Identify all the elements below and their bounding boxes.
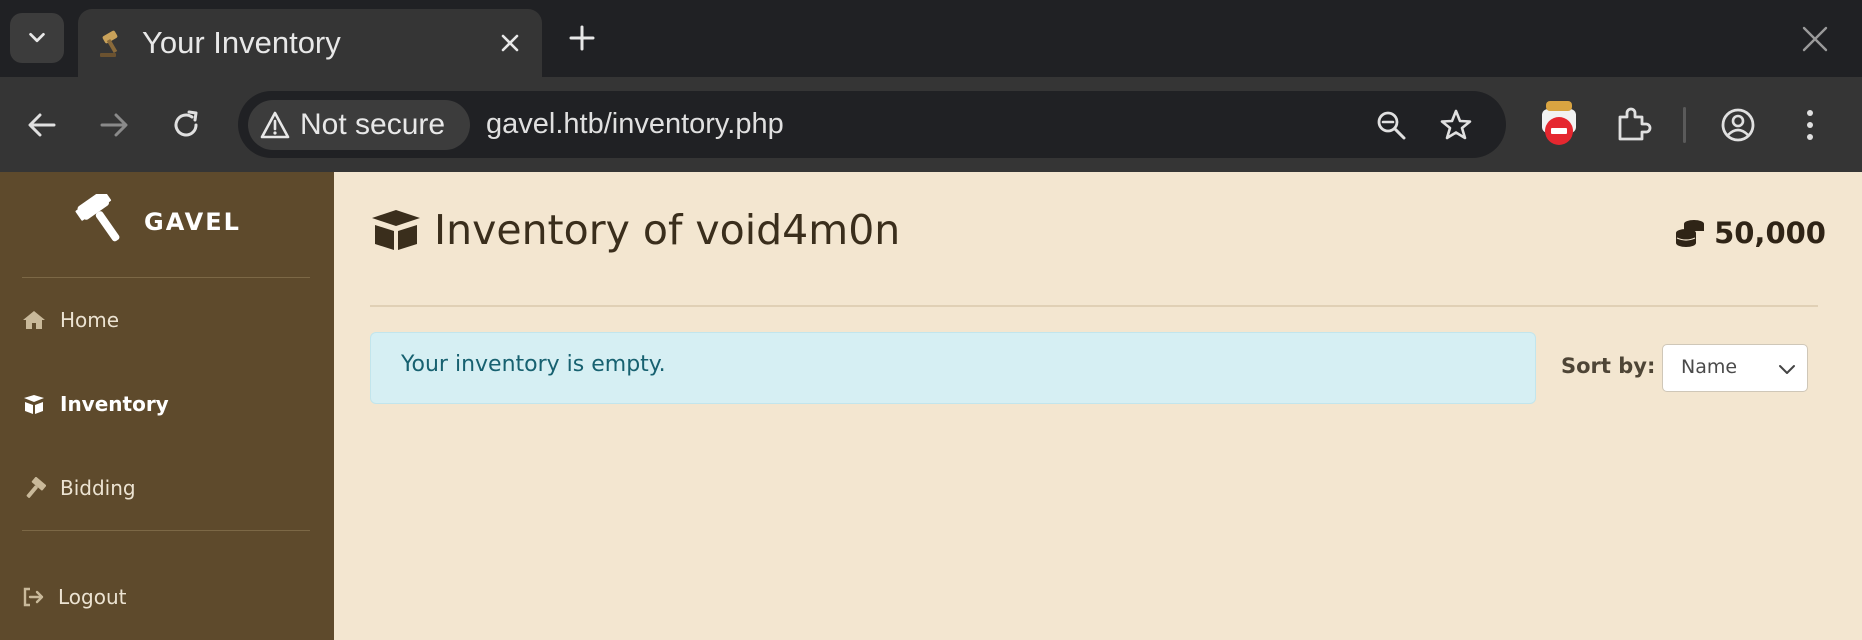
- sidebar-item-home[interactable]: Home: [22, 308, 119, 332]
- sidebar-item-inventory[interactable]: Inventory: [22, 392, 169, 416]
- toolbar-separator: [1683, 107, 1686, 143]
- sidebar-divider: [22, 277, 310, 278]
- main-content: Inventory of void4m0n 50,000 Your invent…: [334, 172, 1862, 640]
- extensions-puzzle-icon[interactable]: [1612, 105, 1652, 145]
- coins-icon: [1676, 220, 1705, 247]
- balance-amount: 50,000: [1714, 216, 1826, 250]
- brand-logo[interactable]: GAVEL: [74, 194, 241, 250]
- reload-icon[interactable]: [168, 107, 204, 143]
- sidebar-item-label: Home: [60, 308, 120, 332]
- page-title: Inventory of void4m0n: [370, 206, 900, 254]
- back-arrow-icon[interactable]: [24, 107, 60, 143]
- browser-tabstrip: Your Inventory: [0, 0, 1862, 77]
- zoom-out-icon[interactable]: [1373, 107, 1409, 143]
- extension-blocker-icon[interactable]: [1536, 97, 1582, 149]
- box-open-icon: [24, 395, 44, 414]
- empty-inventory-alert: Your inventory is empty.: [370, 332, 1536, 404]
- home-icon: [23, 311, 45, 329]
- sidebar: GAVEL Home Inventory Bidding Logout: [0, 172, 334, 640]
- gavel-icon: [75, 194, 120, 242]
- sidebar-divider: [22, 530, 310, 531]
- page-title-text: Inventory of void4m0n: [434, 206, 901, 254]
- brand-name: GAVEL: [144, 208, 241, 236]
- browser-toolbar: Not secure gavel.htb/inventory.php: [0, 77, 1862, 172]
- sidebar-item-label: Bidding: [60, 476, 136, 500]
- new-tab-icon[interactable]: [566, 22, 598, 54]
- sort-select[interactable]: Name: [1662, 344, 1808, 392]
- content-divider: [370, 305, 1818, 307]
- page-content: GAVEL Home Inventory Bidding Logout Inve…: [0, 172, 1862, 640]
- warning-triangle-icon: [260, 111, 290, 139]
- tab-search-button[interactable]: [10, 13, 64, 63]
- sort-label: Sort by:: [1561, 354, 1656, 378]
- sidebar-item-logout[interactable]: Logout: [22, 585, 126, 609]
- bookmark-star-icon[interactable]: [1438, 107, 1474, 143]
- chevron-down-icon: [1779, 365, 1795, 374]
- sidebar-item-bidding[interactable]: Bidding: [22, 476, 136, 500]
- box-open-icon: [372, 210, 420, 250]
- tab-title: Your Inventory: [142, 25, 341, 60]
- site-info-button[interactable]: Not secure: [248, 100, 470, 150]
- url-text[interactable]: gavel.htb/inventory.php: [486, 108, 784, 141]
- chevron-down-icon: [29, 32, 45, 43]
- close-tab-icon[interactable]: [496, 29, 524, 57]
- address-bar[interactable]: Not secure gavel.htb/inventory.php: [238, 91, 1506, 158]
- gavel-favicon-icon: [100, 30, 118, 57]
- security-label: Not secure: [300, 108, 446, 141]
- coin-balance: 50,000: [1674, 216, 1826, 250]
- sort-selected-value: Name: [1681, 356, 1738, 378]
- window-close-icon[interactable]: [1800, 24, 1830, 54]
- active-tab[interactable]: Your Inventory: [78, 9, 542, 77]
- forward-arrow-icon[interactable]: [96, 107, 132, 143]
- logout-icon: [23, 587, 44, 607]
- sidebar-item-label: Inventory: [60, 392, 169, 416]
- profile-avatar-icon[interactable]: [1718, 105, 1758, 145]
- sidebar-item-label: Logout: [58, 585, 127, 609]
- hammer-icon: [26, 477, 46, 498]
- more-menu-icon[interactable]: [1790, 105, 1830, 145]
